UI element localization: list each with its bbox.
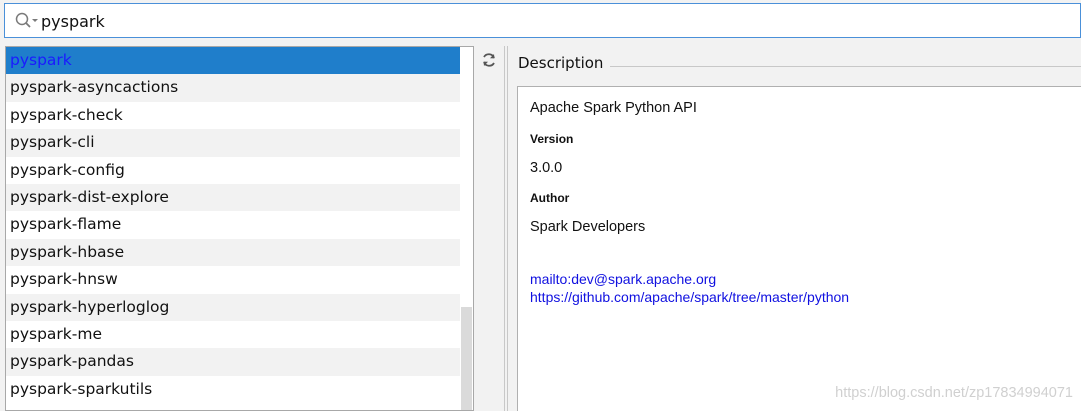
description-header-rule xyxy=(610,66,1081,67)
package-list-item[interactable]: pyspark-pandas xyxy=(6,348,473,376)
package-list-item[interactable]: pyspark xyxy=(6,47,473,75)
author-value: Spark Developers xyxy=(530,219,646,235)
version-value: 3.0.0 xyxy=(530,160,563,176)
scrollbar-track[interactable] xyxy=(460,47,473,410)
search-bar[interactable] xyxy=(4,3,1081,38)
panel-divider xyxy=(504,46,505,411)
package-list-item[interactable]: pyspark-sparkutils xyxy=(6,376,473,403)
package-list[interactable]: pyspark pyspark-asyncactions pyspark-check… xyxy=(5,46,474,411)
package-list-item[interactable]: pyspark-hyperloglog xyxy=(6,293,473,321)
version-label: Version xyxy=(530,132,574,146)
description-header: Description xyxy=(518,54,604,72)
author-label: Author xyxy=(530,191,570,205)
watermark: https://blog.csdn.net/zp17834994071 xyxy=(835,385,1073,401)
package-list-item[interactable]: pyspark-asyncactions xyxy=(6,74,473,102)
scrollbar-thumb[interactable] xyxy=(461,307,472,410)
search-input[interactable] xyxy=(41,8,1041,34)
package-list-item[interactable]: pyspark-config xyxy=(6,157,473,184)
package-list-item[interactable]: pyspark-check xyxy=(6,102,473,129)
package-list-item[interactable]: pyspark-flame xyxy=(6,211,473,238)
email-link[interactable]: mailto:dev@spark.apache.org xyxy=(530,271,716,287)
package-list-item[interactable]: pyspark-cli xyxy=(6,129,473,157)
search-icon[interactable] xyxy=(14,11,40,31)
package-summary: Apache Spark Python API xyxy=(530,100,697,116)
package-list-item[interactable]: pyspark-me xyxy=(6,321,473,348)
package-list-item[interactable]: pyspark-hnsw xyxy=(6,266,473,293)
panel-divider-inner xyxy=(507,46,508,411)
package-list-item[interactable]: pyspark-hbase xyxy=(6,238,473,267)
description-panel: Apache Spark Python API Version 3.0.0 Au… xyxy=(517,86,1081,411)
list-toolbar xyxy=(474,46,504,411)
package-list-item[interactable]: pyspark-dist-explore xyxy=(6,183,473,212)
refresh-button[interactable] xyxy=(479,52,499,72)
refresh-icon xyxy=(481,52,497,73)
homepage-link[interactable]: https://github.com/apache/spark/tree/mas… xyxy=(530,289,849,305)
